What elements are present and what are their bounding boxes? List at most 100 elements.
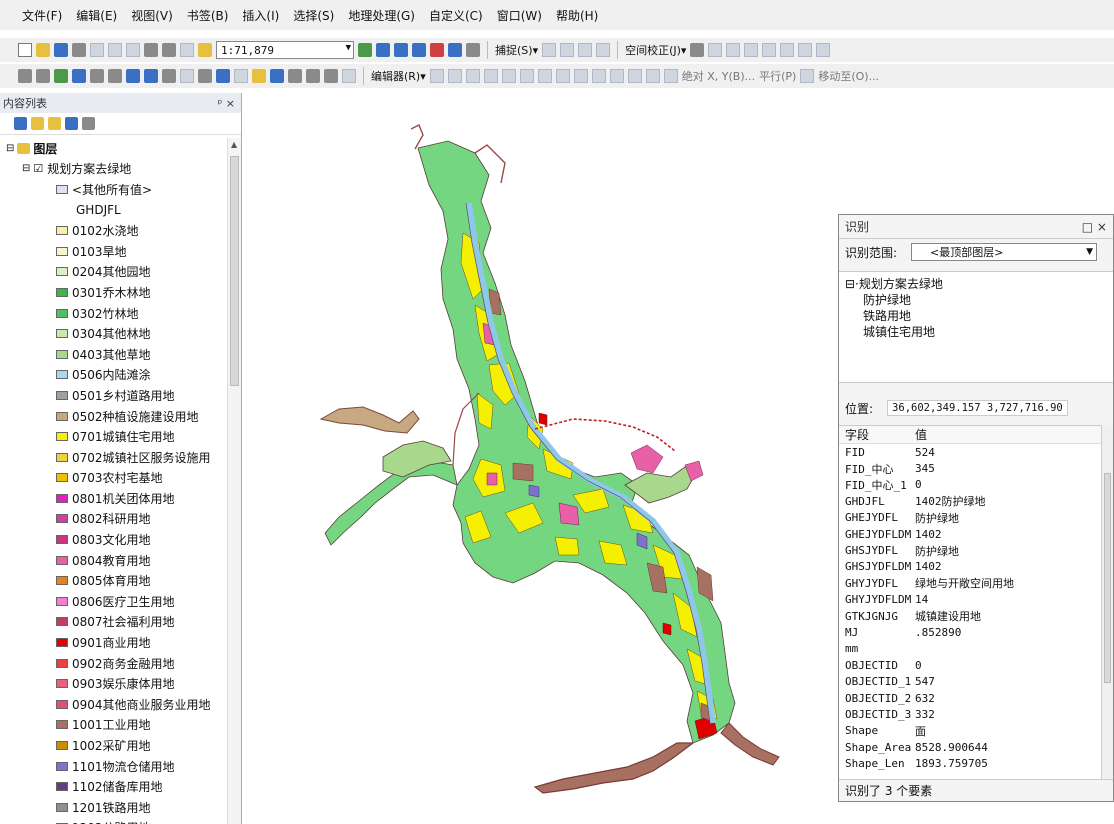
editor-menu[interactable]: 编辑器(R)▾	[371, 68, 426, 84]
legend-swatch[interactable]	[56, 596, 68, 606]
collapse-icon[interactable]: ⊟	[6, 143, 14, 154]
spatial-adjustment-menu[interactable]: 空间校正(J)▾	[625, 42, 686, 58]
tree-root-item[interactable]: ⊟·规划方案去绿地	[845, 276, 1113, 292]
legend-swatch[interactable]	[56, 535, 68, 545]
save-icon[interactable]	[54, 43, 68, 57]
legend-class[interactable]: 1201铁路用地	[0, 797, 228, 818]
legend-swatch[interactable]	[56, 473, 68, 483]
menu-item[interactable]: 帮助(H)	[556, 7, 598, 24]
attribute-row[interactable]: FID_中心_1 0	[839, 477, 1101, 493]
legend-swatch[interactable]	[56, 432, 68, 442]
scroll-up-icon[interactable]: ▲	[231, 140, 237, 149]
find-route-icon[interactable]	[306, 69, 320, 83]
map-view[interactable]: 识别 □ × 识别范围: <最顶部图层> ▼ ⊟·规划方案去绿地 防护绿地 铁路用…	[243, 93, 1114, 824]
legend-swatch[interactable]	[56, 802, 68, 812]
perpendicular-icon[interactable]	[800, 69, 815, 83]
legend-class[interactable]: 0806医疗卫生用地	[0, 591, 228, 612]
legend-class[interactable]: 0804教育用地	[0, 550, 228, 571]
legend-swatch[interactable]	[56, 638, 68, 648]
attribute-row[interactable]: GTKJGNJG 城镇建设用地	[839, 608, 1101, 624]
legend-swatch[interactable]	[56, 329, 68, 339]
identify-scope-select[interactable]: <最顶部图层> ▼	[911, 243, 1098, 261]
multi-displacement-icon[interactable]	[744, 43, 759, 57]
legend-class[interactable]: 0301乔木林地	[0, 282, 228, 303]
legend-swatch[interactable]	[56, 370, 68, 380]
select-features-icon[interactable]	[162, 69, 176, 83]
new-displacement-link-icon[interactable]	[708, 43, 723, 57]
html-popup-icon[interactable]	[252, 69, 266, 83]
zoom-out-icon[interactable]	[36, 69, 50, 83]
fixed-zoom-in-icon[interactable]	[90, 69, 104, 83]
map-scale-select[interactable]: 1:71,879 ▼	[216, 41, 354, 59]
undo-icon[interactable]	[162, 43, 176, 57]
legend-swatch[interactable]	[56, 390, 68, 400]
view-link-table-icon[interactable]	[798, 43, 813, 57]
edit-tool-icon[interactable]	[429, 69, 444, 83]
menu-item[interactable]: 自定义(C)	[429, 7, 483, 24]
legend-class[interactable]: 0502种植设施建设用地	[0, 406, 228, 427]
attribute-row[interactable]: OBJECTID 0	[839, 657, 1101, 673]
paste-icon[interactable]	[126, 43, 140, 57]
go-to-xy-icon[interactable]	[324, 69, 338, 83]
identify-title-bar[interactable]: 识别 □ ×	[839, 215, 1113, 239]
catalog-window-icon[interactable]	[394, 43, 408, 57]
legend-swatch[interactable]	[56, 411, 68, 421]
end-snap-icon[interactable]	[560, 43, 575, 57]
legend-swatch[interactable]	[56, 699, 68, 709]
legend-swatch[interactable]	[56, 741, 68, 751]
snapping-menu[interactable]: 捕捉(S)▾	[495, 42, 538, 58]
reshape-icon[interactable]	[555, 69, 570, 83]
split-icon[interactable]	[591, 69, 606, 83]
rotate-icon[interactable]	[609, 69, 624, 83]
model-builder-icon[interactable]	[466, 43, 480, 57]
attribute-row[interactable]: GHEJYDFLDM 1402	[839, 526, 1101, 542]
list-by-source-icon[interactable]	[31, 117, 44, 130]
collapse-icon[interactable]: ⊟	[22, 163, 30, 174]
layers-root[interactable]: ⊟ 图层	[0, 138, 228, 159]
legend-class[interactable]: 1202公路用地	[0, 818, 228, 824]
attribute-row[interactable]: GHDJFL 1402防护绿地	[839, 493, 1101, 509]
legend-class[interactable]: 0904其他商业服务业用地	[0, 694, 228, 715]
menu-item[interactable]: 书签(B)	[187, 7, 229, 24]
legend-swatch[interactable]	[56, 720, 68, 730]
legend-class[interactable]: 1002采矿用地	[0, 735, 228, 756]
attribute-row[interactable]: GHSJYDFLDM 1402	[839, 559, 1101, 575]
zoom-in-icon[interactable]	[18, 69, 32, 83]
toc-pin-close[interactable]: ᵖ ×	[218, 97, 235, 110]
menu-item[interactable]: 插入(I)	[242, 7, 279, 24]
find-icon[interactable]	[288, 69, 302, 83]
legend-swatch[interactable]	[56, 493, 68, 503]
legend-swatch[interactable]	[56, 782, 68, 792]
legend-swatch[interactable]	[56, 349, 68, 359]
attribute-row[interactable]: GHYJYDFL 绿地与开敞空间用地	[839, 575, 1101, 591]
legend-swatch[interactable]	[56, 555, 68, 565]
forward-extent-icon[interactable]	[144, 69, 158, 83]
collapse-icon[interactable]: ⊟·	[845, 277, 859, 291]
point-snap-icon[interactable]	[542, 43, 557, 57]
cut-polygons-icon[interactable]	[573, 69, 588, 83]
visibility-checkbox[interactable]: ☑	[33, 162, 43, 175]
search-window-icon[interactable]	[412, 43, 426, 57]
legend-swatch[interactable]	[56, 267, 68, 277]
layer-row[interactable]: ⊟ ☑ 规划方案去绿地	[0, 159, 228, 180]
edit-vertices-icon[interactable]	[537, 69, 552, 83]
modify-link-icon[interactable]	[726, 43, 741, 57]
legend-class[interactable]: 0903娱乐康体用地	[0, 673, 228, 694]
attribute-row[interactable]: Shape 面	[839, 723, 1101, 739]
redo-icon[interactable]	[180, 43, 194, 57]
menu-item[interactable]: 地理处理(G)	[348, 7, 415, 24]
edit-annotation-icon[interactable]	[447, 69, 462, 83]
legend-class[interactable]: 0803文化用地	[0, 529, 228, 550]
tree-child-item[interactable]: 铁路用地	[845, 308, 1113, 324]
toc-window-icon[interactable]	[376, 43, 390, 57]
identify-close-button[interactable]: □ ×	[1082, 220, 1107, 234]
edge-snap-icon[interactable]	[596, 43, 611, 57]
cut-icon[interactable]	[90, 43, 104, 57]
legend-class[interactable]: 0807社会福利用地	[0, 612, 228, 633]
vertex-snap-icon[interactable]	[578, 43, 593, 57]
point-icon[interactable]	[519, 69, 534, 83]
legend-swatch[interactable]	[56, 246, 68, 256]
list-by-visibility-icon[interactable]	[48, 117, 61, 130]
print-icon[interactable]	[72, 43, 86, 57]
legend-swatch[interactable]	[56, 658, 68, 668]
